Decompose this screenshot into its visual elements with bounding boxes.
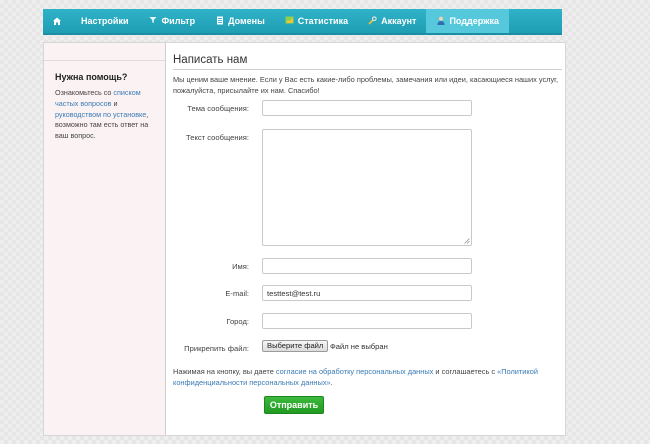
nav-settings[interactable]: Настройки	[71, 9, 138, 33]
chart-icon	[285, 16, 294, 26]
intro-text: Мы ценим ваше мнение. Если у Вас есть ка…	[173, 75, 559, 95]
user-icon	[436, 16, 445, 27]
consent-text-part: Нажимая на кнопку, вы даете	[173, 367, 276, 376]
email-input[interactable]: testtest@test.ru	[262, 285, 472, 301]
nav-account-label: Аккаунт	[381, 16, 417, 26]
name-label: Имя:	[232, 262, 249, 271]
consent-link[interactable]: согласие на обработку персональных данны…	[276, 367, 433, 376]
subject-label: Тема сообщения:	[187, 104, 249, 113]
help-text: Ознакомьтесь со списком частых вопросов …	[55, 88, 160, 142]
sidebar-divider	[44, 60, 165, 61]
email-value: testtest@test.ru	[267, 289, 321, 298]
nav-support[interactable]: Поддержка	[426, 9, 510, 33]
help-sidebar: Нужна помощь? Ознакомьтесь со списком ча…	[44, 43, 166, 435]
help-text-part: и	[111, 98, 118, 108]
attach-label: Прикрепить файл:	[184, 344, 249, 353]
help-title: Нужна помощь?	[55, 72, 128, 82]
nav-domains[interactable]: Домены	[205, 9, 275, 33]
nav-account[interactable]: Аккаунт	[358, 9, 426, 33]
file-status: Файл не выбран	[330, 342, 388, 351]
nav-home[interactable]	[43, 9, 71, 33]
document-icon	[215, 16, 224, 27]
nav-statistics-label: Статистика	[297, 16, 349, 26]
consent-text-part: и соглашаетесь с	[433, 367, 498, 376]
choose-file-button[interactable]: Выберите файл	[262, 340, 329, 352]
nav-settings-label: Настройки	[81, 16, 129, 26]
name-input[interactable]	[262, 258, 472, 274]
contact-form-area: Написать нам Мы ценим ваше мнение. Если …	[166, 43, 565, 435]
nav-filter[interactable]: Фильтр	[138, 9, 205, 33]
nav-support-label: Поддержка	[449, 16, 500, 26]
install-guide-link[interactable]: руководством по установке	[55, 110, 146, 119]
nav-domains-label: Домены	[228, 16, 265, 26]
wrench-icon	[368, 15, 377, 27]
top-navigation: Настройки Фильтр Домены Статистика Аккау…	[43, 9, 562, 35]
home-icon	[53, 17, 61, 25]
message-textarea[interactable]	[262, 129, 472, 246]
consent-text-part: .	[330, 378, 333, 387]
consent-text: Нажимая на кнопку, вы даете согласие на …	[173, 366, 562, 388]
city-label: Город:	[226, 317, 249, 326]
resize-handle-icon[interactable]	[464, 238, 470, 244]
filter-icon	[148, 16, 157, 26]
nav-filter-label: Фильтр	[161, 16, 196, 26]
help-text-part: Ознакомьтесь со	[55, 88, 114, 97]
email-label: E-mail:	[225, 289, 249, 298]
subject-input[interactable]	[262, 100, 472, 116]
submit-button[interactable]: Отправить	[264, 396, 324, 414]
city-input[interactable]	[262, 313, 472, 329]
nav-statistics[interactable]: Статистика	[275, 9, 358, 33]
title-divider	[173, 69, 562, 70]
page-title: Написать нам	[173, 54, 248, 66]
message-label: Текст сообщения:	[186, 133, 249, 142]
content-panel: Нужна помощь? Ознакомьтесь со списком ча…	[43, 42, 566, 436]
